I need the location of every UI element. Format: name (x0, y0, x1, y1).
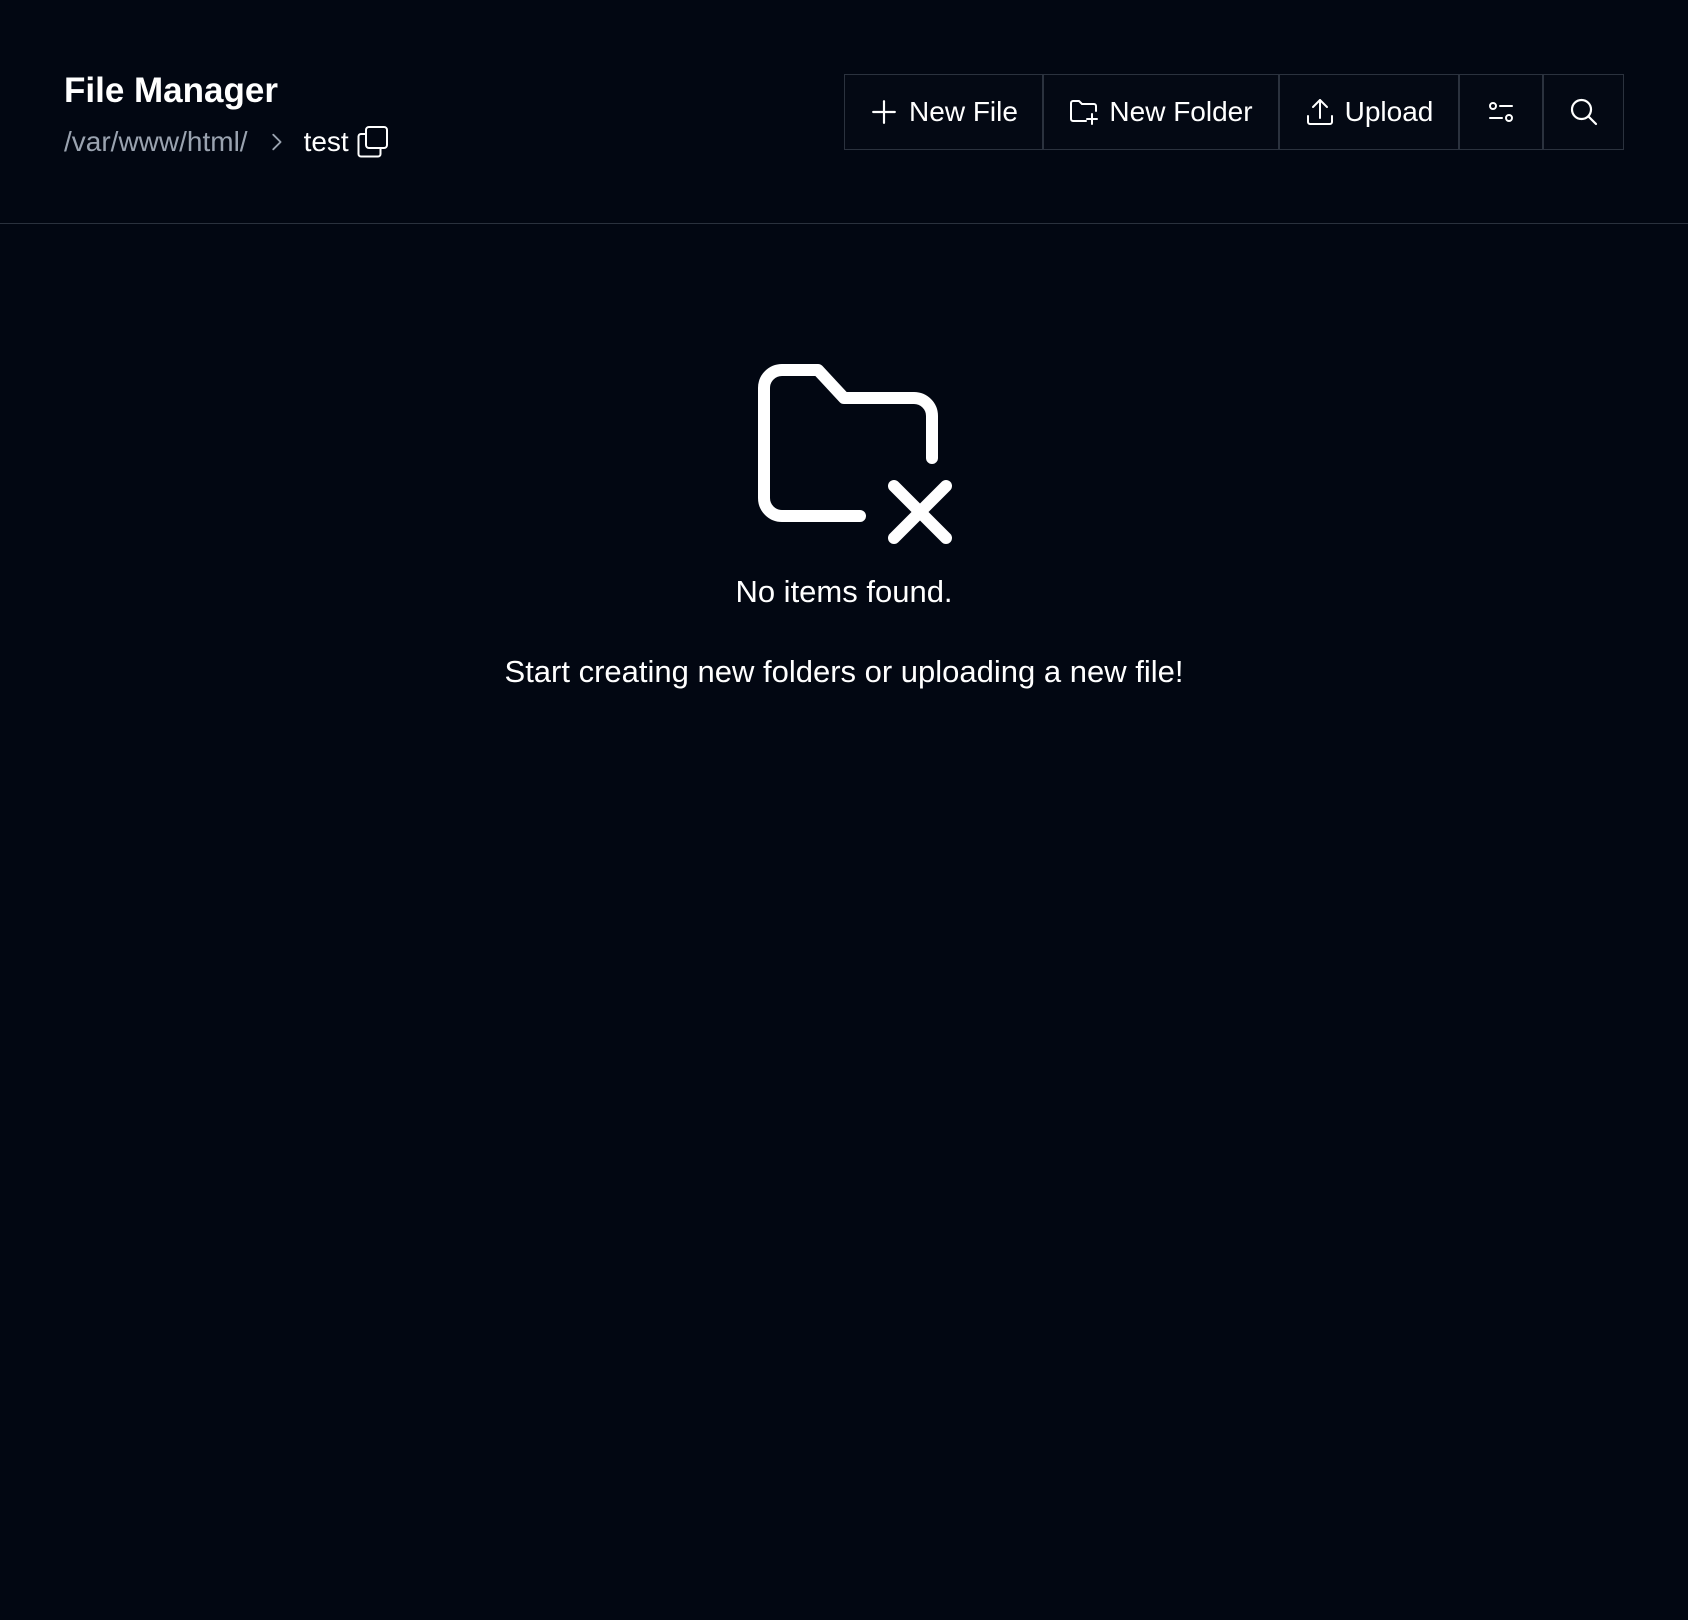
breadcrumb-current: test (303, 126, 349, 157)
header: File Manager /var/www/html/ test New Fil… (0, 0, 1688, 224)
copy-icon (357, 126, 388, 158)
new-file-button[interactable]: New File (845, 75, 1044, 149)
upload-icon (1305, 97, 1335, 127)
upload-button[interactable]: Upload (1280, 75, 1460, 149)
chevron-right-icon (262, 128, 290, 156)
page-title: File Manager (64, 71, 278, 110)
empty-state-title: No items found. (735, 574, 953, 609)
folder-x-icon (758, 364, 952, 544)
search-icon (1569, 97, 1599, 127)
new-folder-label: New Folder (1109, 96, 1253, 127)
folder-plus-icon (1069, 97, 1099, 127)
sliders-icon (1486, 97, 1516, 127)
new-file-label: New File (909, 96, 1018, 127)
settings-button[interactable] (1460, 75, 1544, 149)
plus-icon (869, 97, 899, 127)
toolbar: New File New Folder Upload (844, 74, 1624, 150)
new-folder-button[interactable]: New Folder (1044, 75, 1280, 149)
copy-path-button[interactable] (356, 125, 390, 159)
breadcrumb: /var/www/html/ test (64, 122, 390, 162)
empty-state-subtitle: Start creating new folders or uploading … (504, 654, 1184, 689)
search-button[interactable] (1544, 75, 1623, 149)
breadcrumb-parent-link[interactable]: /var/www/html/ (64, 126, 248, 158)
upload-label: Upload (1344, 96, 1434, 127)
